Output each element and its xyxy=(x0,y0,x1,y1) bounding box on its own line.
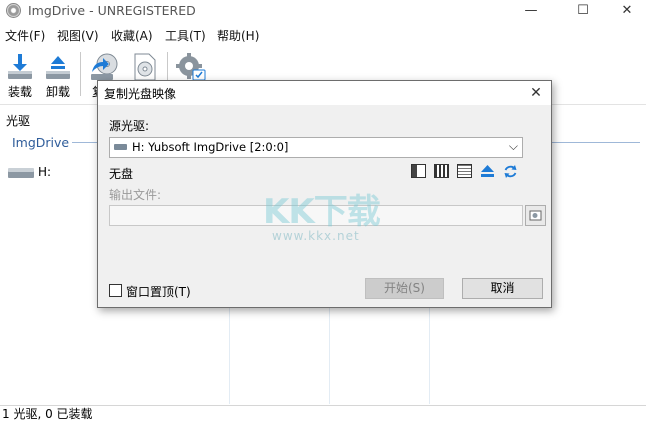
mount-button[interactable]: 装载 xyxy=(2,50,38,100)
unmount-button[interactable]: 卸载 xyxy=(40,50,76,100)
column-grid-line xyxy=(229,300,230,404)
always-on-top-checkbox[interactable] xyxy=(109,284,122,297)
imgdrive-group-label: ImgDrive xyxy=(12,135,70,150)
menu-view[interactable]: 视图(V) xyxy=(57,27,99,44)
menu-favorites[interactable]: 收藏(A) xyxy=(111,27,153,44)
source-drive-value: H: Yubsoft ImgDrive [2:0:0] xyxy=(132,140,289,154)
window-title: ImgDrive - UNREGISTERED xyxy=(28,3,196,18)
watermark-logo: KK下载 xyxy=(263,192,381,232)
source-drive-label: 源光驱: xyxy=(109,119,150,133)
view-panel-icon[interactable] xyxy=(411,164,426,178)
mount-icon xyxy=(8,54,32,79)
mount-label: 装载 xyxy=(7,85,32,99)
optical-drive-icon xyxy=(8,168,34,178)
disc-status: 无盘 xyxy=(109,167,134,181)
copy-disc-icon xyxy=(91,53,118,80)
gear-icon xyxy=(176,53,206,81)
start-button[interactable]: 开始(S) xyxy=(365,278,444,299)
refresh-icon[interactable] xyxy=(503,164,518,179)
maximize-button[interactable]: ☐ xyxy=(560,0,606,22)
menu-help[interactable]: 帮助(H) xyxy=(217,27,259,44)
close-button[interactable]: ✕ xyxy=(604,0,646,22)
source-drive-select[interactable]: H: Yubsoft ImgDrive [2:0:0] ⌵ xyxy=(109,137,523,158)
eject-icon[interactable] xyxy=(480,164,495,178)
browse-button[interactable] xyxy=(525,205,546,226)
cancel-button[interactable]: 取消 xyxy=(462,278,543,299)
column-grid-line xyxy=(429,300,430,404)
dialog-title: 复制光盘映像 xyxy=(104,87,177,101)
drive-icon xyxy=(114,144,127,150)
columns-icon[interactable] xyxy=(434,164,449,178)
disc-file-icon xyxy=(134,53,156,81)
output-file-label: 输出文件: xyxy=(109,188,162,202)
watermark-url: www.kkx.net xyxy=(272,229,360,243)
drive-label: H: xyxy=(38,165,52,179)
eject-icon xyxy=(46,56,70,79)
browse-folder-icon xyxy=(529,210,542,221)
menu-file[interactable]: 文件(F) xyxy=(5,27,45,44)
unmount-label: 卸载 xyxy=(45,85,70,99)
app-disc-icon xyxy=(6,3,21,18)
menu-tools[interactable]: 工具(T) xyxy=(165,27,206,44)
list-details-icon[interactable] xyxy=(457,164,472,178)
toolbar-separator xyxy=(80,52,81,96)
chevron-down-icon: ⌵ xyxy=(508,139,518,153)
drives-header: 光驱 xyxy=(6,114,31,128)
status-bar: 1 光驱, 0 已装载 xyxy=(0,405,646,422)
column-grid-line xyxy=(329,300,330,404)
always-on-top-label[interactable]: 窗口置顶(T) xyxy=(126,283,191,300)
minimize-button[interactable]: — xyxy=(508,0,554,22)
dialog-close-button[interactable]: ✕ xyxy=(524,82,548,104)
